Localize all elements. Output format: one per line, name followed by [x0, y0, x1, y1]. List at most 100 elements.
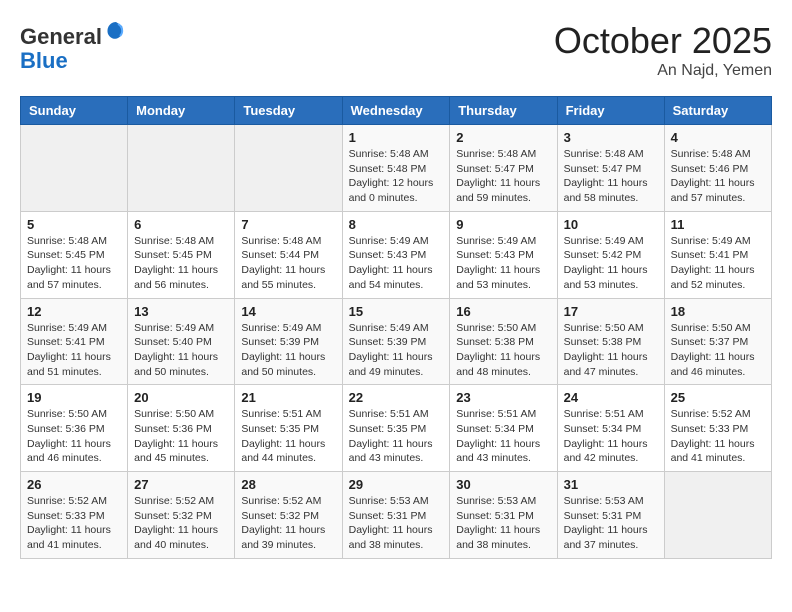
- day-number: 17: [564, 304, 658, 319]
- day-number: 7: [241, 217, 335, 232]
- day-number: 18: [671, 304, 765, 319]
- weekday-header-sunday: Sunday: [21, 97, 128, 125]
- calendar-cell: 17 Sunrise: 5:50 AMSunset: 5:38 PMDayligh…: [557, 298, 664, 385]
- day-info: Sunrise: 5:51 AMSunset: 5:34 PMDaylight:…: [564, 407, 658, 466]
- weekday-header-monday: Monday: [128, 97, 235, 125]
- calendar-cell: 10 Sunrise: 5:49 AMSunset: 5:42 PMDayligh…: [557, 211, 664, 298]
- day-info: Sunrise: 5:49 AMSunset: 5:43 PMDaylight:…: [456, 234, 550, 293]
- day-number: 20: [134, 390, 228, 405]
- calendar-cell: 27 Sunrise: 5:52 AMSunset: 5:32 PMDayligh…: [128, 472, 235, 559]
- calendar-cell: [664, 472, 771, 559]
- day-info: Sunrise: 5:49 AMSunset: 5:42 PMDaylight:…: [564, 234, 658, 293]
- day-number: 30: [456, 477, 550, 492]
- month-title: October 2025: [554, 20, 772, 62]
- day-number: 9: [456, 217, 550, 232]
- logo-blue: Blue: [20, 48, 68, 73]
- day-info: Sunrise: 5:50 AMSunset: 5:38 PMDaylight:…: [564, 321, 658, 380]
- day-info: Sunrise: 5:50 AMSunset: 5:37 PMDaylight:…: [671, 321, 765, 380]
- day-info: Sunrise: 5:49 AMSunset: 5:41 PMDaylight:…: [671, 234, 765, 293]
- day-number: 26: [27, 477, 121, 492]
- calendar-cell: 23 Sunrise: 5:51 AMSunset: 5:34 PMDayligh…: [450, 385, 557, 472]
- day-info: Sunrise: 5:52 AMSunset: 5:32 PMDaylight:…: [134, 494, 228, 553]
- day-number: 16: [456, 304, 550, 319]
- calendar-cell: 1Sunrise: 5:48 AMSunset: 5:48 PMDaylight…: [342, 125, 450, 212]
- calendar-cell: 19 Sunrise: 5:50 AMSunset: 5:36 PMDayligh…: [21, 385, 128, 472]
- day-info: Sunrise: 5:53 AMSunset: 5:31 PMDaylight:…: [349, 494, 444, 553]
- day-number: 12: [27, 304, 121, 319]
- day-info: Sunrise: 5:51 AMSunset: 5:35 PMDaylight:…: [349, 407, 444, 466]
- day-info: Sunrise: 5:52 AMSunset: 5:33 PMDaylight:…: [671, 407, 765, 466]
- calendar-cell: 12 Sunrise: 5:49 AMSunset: 5:41 PMDayligh…: [21, 298, 128, 385]
- day-number: 23: [456, 390, 550, 405]
- day-info: Sunrise: 5:49 AMSunset: 5:43 PMDaylight:…: [349, 234, 444, 293]
- day-info: Sunrise: 5:50 AMSunset: 5:36 PMDaylight:…: [27, 407, 121, 466]
- day-info: Sunrise: 5:50 AMSunset: 5:38 PMDaylight:…: [456, 321, 550, 380]
- calendar-cell: 31 Sunrise: 5:53 AMSunset: 5:31 PMDayligh…: [557, 472, 664, 559]
- calendar-cell: 24 Sunrise: 5:51 AMSunset: 5:34 PMDayligh…: [557, 385, 664, 472]
- page-header: General Blue October 2025 An Najd, Yemen: [20, 20, 772, 80]
- calendar-cell: [128, 125, 235, 212]
- calendar-cell: 13Sunrise: 5:49 AMSunset: 5:40 PMDayligh…: [128, 298, 235, 385]
- day-info: Sunrise: 5:51 AMSunset: 5:34 PMDaylight:…: [456, 407, 550, 466]
- weekday-header-saturday: Saturday: [664, 97, 771, 125]
- location: An Najd, Yemen: [554, 62, 772, 80]
- calendar-cell: 6 Sunrise: 5:48 AMSunset: 5:45 PMDaylight…: [128, 211, 235, 298]
- day-info: Sunrise: 5:48 AMSunset: 5:45 PMDaylight:…: [134, 234, 228, 293]
- logo-general: General: [20, 24, 102, 49]
- day-number: 31: [564, 477, 658, 492]
- calendar-cell: 5 Sunrise: 5:48 AMSunset: 5:45 PMDaylight…: [21, 211, 128, 298]
- day-number: 27: [134, 477, 228, 492]
- calendar-cell: 29Sunrise: 5:53 AMSunset: 5:31 PMDayligh…: [342, 472, 450, 559]
- day-number: 13: [134, 304, 228, 319]
- day-info: Sunrise: 5:53 AMSunset: 5:31 PMDaylight:…: [564, 494, 658, 553]
- calendar-cell: 28 Sunrise: 5:52 AMSunset: 5:32 PMDayligh…: [235, 472, 342, 559]
- day-info: Sunrise: 5:50 AMSunset: 5:36 PMDaylight:…: [134, 407, 228, 466]
- week-row-1: 1Sunrise: 5:48 AMSunset: 5:48 PMDaylight…: [21, 125, 772, 212]
- calendar-cell: 25 Sunrise: 5:52 AMSunset: 5:33 PMDayligh…: [664, 385, 771, 472]
- day-number: 15: [349, 304, 444, 319]
- day-number: 6: [134, 217, 228, 232]
- calendar-cell: 3 Sunrise: 5:48 AMSunset: 5:47 PMDaylight…: [557, 125, 664, 212]
- calendar-cell: 2Sunrise: 5:48 AMSunset: 5:47 PMDaylight…: [450, 125, 557, 212]
- calendar-cell: 16 Sunrise: 5:50 AMSunset: 5:38 PMDayligh…: [450, 298, 557, 385]
- calendar-table: SundayMondayTuesdayWednesdayThursdayFrid…: [20, 96, 772, 559]
- day-number: 5: [27, 217, 121, 232]
- weekday-header-wednesday: Wednesday: [342, 97, 450, 125]
- day-info: Sunrise: 5:51 AMSunset: 5:35 PMDaylight:…: [241, 407, 335, 466]
- day-number: 22: [349, 390, 444, 405]
- logo: General Blue: [20, 20, 128, 73]
- day-info: Sunrise: 5:48 AMSunset: 5:47 PMDaylight:…: [564, 147, 658, 206]
- day-number: 10: [564, 217, 658, 232]
- day-info: Sunrise: 5:48 AMSunset: 5:46 PMDaylight:…: [671, 147, 765, 206]
- day-number: 1: [349, 130, 444, 145]
- calendar-cell: 22 Sunrise: 5:51 AMSunset: 5:35 PMDayligh…: [342, 385, 450, 472]
- calendar-cell: 18 Sunrise: 5:50 AMSunset: 5:37 PMDayligh…: [664, 298, 771, 385]
- day-number: 11: [671, 217, 765, 232]
- day-info: Sunrise: 5:49 AMSunset: 5:39 PMDaylight:…: [241, 321, 335, 380]
- calendar-cell: 15 Sunrise: 5:49 AMSunset: 5:39 PMDayligh…: [342, 298, 450, 385]
- calendar-cell: [235, 125, 342, 212]
- day-number: 24: [564, 390, 658, 405]
- weekday-header-friday: Friday: [557, 97, 664, 125]
- day-number: 28: [241, 477, 335, 492]
- calendar-cell: 7 Sunrise: 5:48 AMSunset: 5:44 PMDaylight…: [235, 211, 342, 298]
- calendar-cell: 9 Sunrise: 5:49 AMSunset: 5:43 PMDaylight…: [450, 211, 557, 298]
- day-info: Sunrise: 5:52 AMSunset: 5:32 PMDaylight:…: [241, 494, 335, 553]
- logo-icon: [104, 20, 128, 44]
- calendar-cell: 4Sunrise: 5:48 AMSunset: 5:46 PMDaylight…: [664, 125, 771, 212]
- calendar-cell: 21Sunrise: 5:51 AMSunset: 5:35 PMDayligh…: [235, 385, 342, 472]
- day-info: Sunrise: 5:48 AMSunset: 5:45 PMDaylight:…: [27, 234, 121, 293]
- day-info: Sunrise: 5:49 AMSunset: 5:39 PMDaylight:…: [349, 321, 444, 380]
- day-number: 3: [564, 130, 658, 145]
- weekday-header-tuesday: Tuesday: [235, 97, 342, 125]
- day-info: Sunrise: 5:52 AMSunset: 5:33 PMDaylight:…: [27, 494, 121, 553]
- day-number: 14: [241, 304, 335, 319]
- day-number: 8: [349, 217, 444, 232]
- calendar-cell: 11 Sunrise: 5:49 AMSunset: 5:41 PMDayligh…: [664, 211, 771, 298]
- day-info: Sunrise: 5:48 AMSunset: 5:44 PMDaylight:…: [241, 234, 335, 293]
- day-number: 19: [27, 390, 121, 405]
- day-number: 25: [671, 390, 765, 405]
- week-row-2: 5 Sunrise: 5:48 AMSunset: 5:45 PMDaylight…: [21, 211, 772, 298]
- day-info: Sunrise: 5:49 AMSunset: 5:41 PMDaylight:…: [27, 321, 121, 380]
- day-info: Sunrise: 5:48 AMSunset: 5:47 PMDaylight:…: [456, 147, 550, 206]
